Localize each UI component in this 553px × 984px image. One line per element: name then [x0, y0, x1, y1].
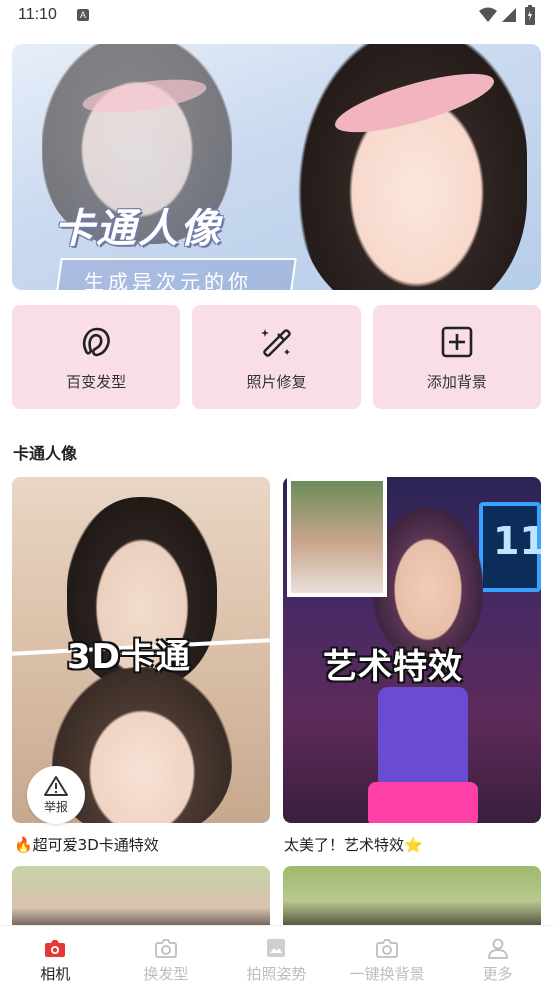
image-icon [267, 939, 286, 957]
card-overlay-text: 3D卡通 [67, 637, 191, 677]
report-button[interactable]: 举报 [27, 766, 85, 824]
nav-label: 更多 [482, 965, 513, 983]
app-screen: 11:10 A 卡通人像 生成异次元的你 百变发型 照片修复 添加背景 卡通人像… [0, 0, 553, 984]
card-inset-photo [287, 477, 387, 597]
nav-item-camera[interactable]: 相机 [0, 926, 111, 984]
nav-item-poses[interactable]: 拍照姿势 [221, 926, 332, 984]
magic-wand-icon [261, 328, 292, 357]
feature-label: 百变发型 [66, 372, 127, 391]
card-overlay-text: 艺术特效 [323, 647, 463, 687]
banner-title: 卡通人像 [54, 206, 222, 252]
nav-item-more[interactable]: 更多 [442, 926, 553, 984]
hair-icon [83, 327, 110, 356]
feature-add-background-button[interactable]: 添加背景 [372, 305, 541, 409]
nav-item-hairstyle[interactable]: 换发型 [111, 926, 222, 984]
battery-icon [525, 5, 535, 25]
feature-row: 百变发型 照片修复 添加背景 [12, 305, 541, 409]
card-outfit-top [378, 687, 468, 797]
template-card-art-effect[interactable]: 11 艺术特效 [283, 477, 541, 823]
camera-icon [45, 940, 66, 957]
add-box-icon [441, 326, 473, 357]
person-icon [487, 938, 508, 959]
wifi-icon [479, 7, 497, 22]
report-label: 举报 [43, 800, 68, 814]
camera-icon [154, 939, 177, 958]
bottom-nav: 相机 换发型 拍照姿势 一键换背景 更多 [0, 925, 553, 984]
warning-icon [44, 776, 68, 796]
feature-label: 添加背景 [426, 372, 487, 391]
status-time: 11:10 [18, 6, 57, 23]
nav-label: 一键换背景 [349, 965, 425, 983]
card-caption: 太美了！艺术特效⭐ [284, 836, 423, 854]
neon-sign-text: 11 [493, 519, 541, 563]
notification-icon: A [77, 9, 89, 21]
feature-label: 照片修复 [246, 372, 307, 391]
feature-hairstyle-button[interactable]: 百变发型 [12, 305, 181, 409]
banner-subtitle: 生成异次元的你 [84, 270, 252, 290]
card-caption: 🔥超可爱3D卡通特效 [14, 836, 159, 854]
feature-photo-repair-button[interactable]: 照片修复 [192, 305, 361, 409]
signal-icon [502, 8, 516, 22]
promo-banner[interactable]: 卡通人像 生成异次元的你 [12, 44, 541, 290]
nav-label: 相机 [40, 965, 71, 983]
nav-item-change-background[interactable]: 一键换背景 [332, 926, 443, 984]
nav-label: 拍照姿势 [246, 965, 307, 983]
status-bar: 11:10 A [0, 0, 553, 32]
card-outfit-bottom [368, 782, 478, 823]
camera-icon [376, 939, 398, 958]
card-portrait-art [373, 507, 483, 657]
nav-label: 换发型 [143, 965, 189, 983]
section-title: 卡通人像 [13, 444, 78, 463]
